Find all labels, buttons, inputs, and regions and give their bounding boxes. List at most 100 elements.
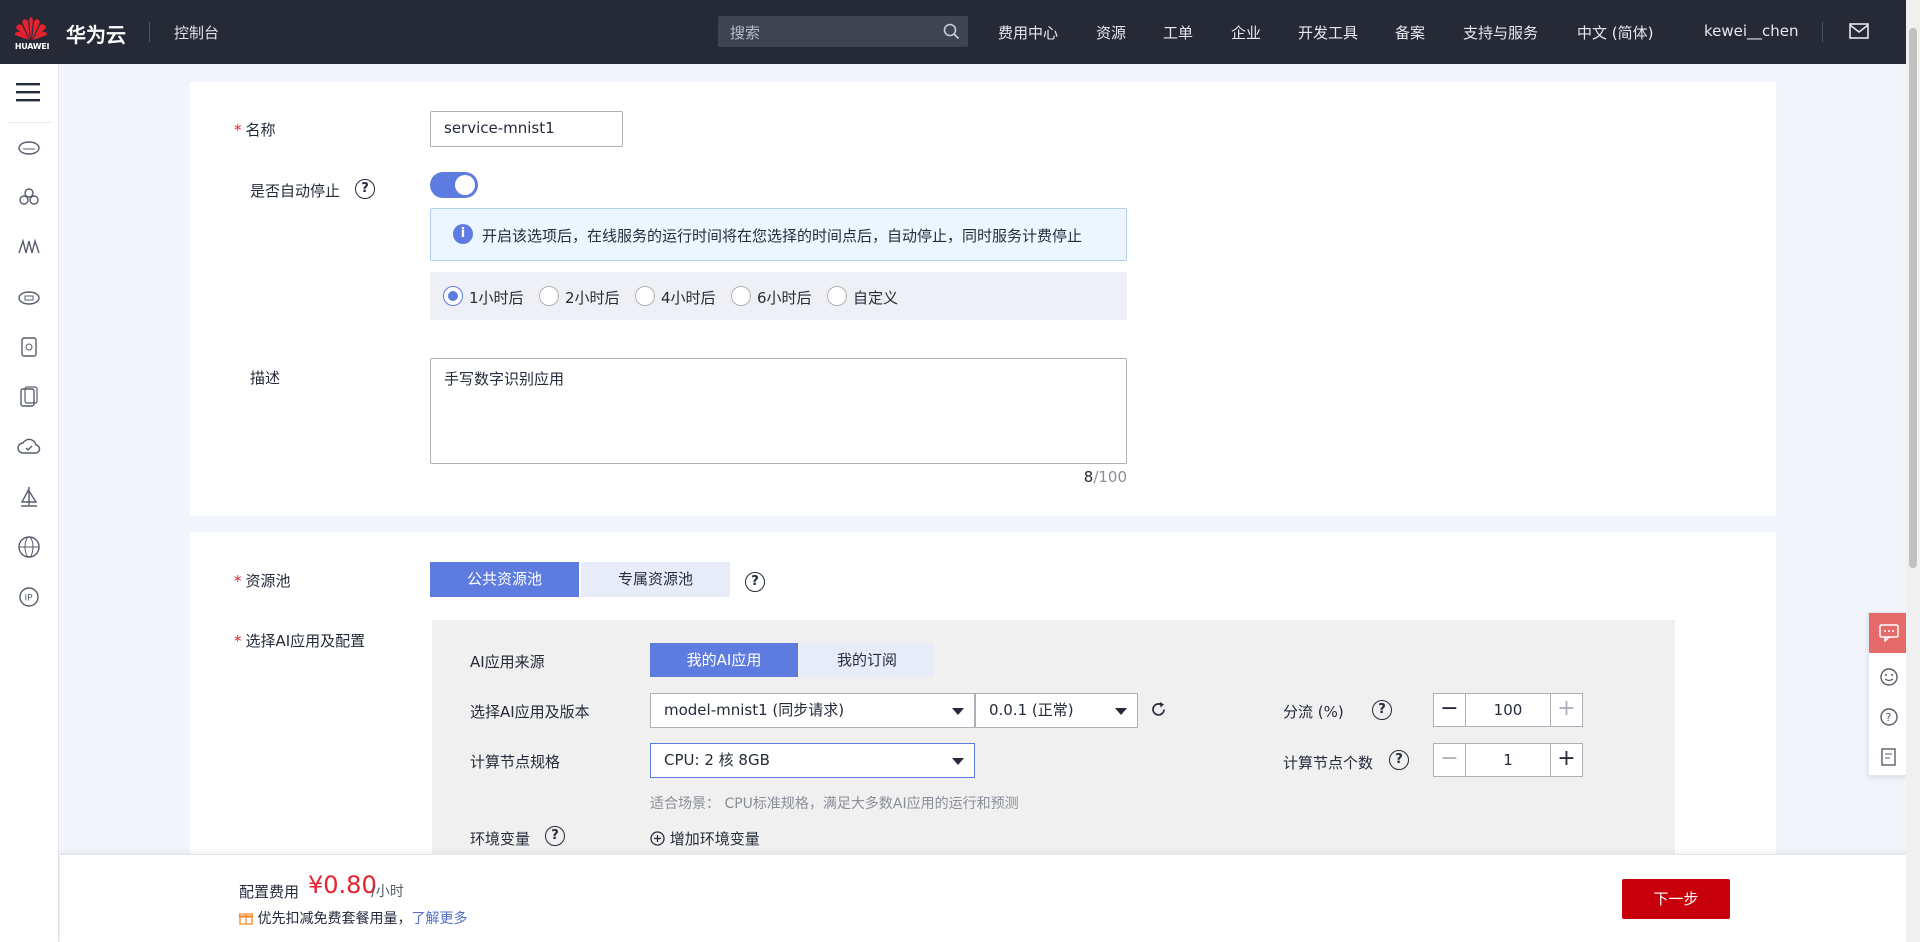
- node-count-stepper[interactable]: − 1 +: [1433, 743, 1583, 777]
- auto-stop-label: 是否自动停止: [250, 182, 341, 200]
- globe-icon[interactable]: [17, 535, 41, 559]
- nav-tickets[interactable]: 工单: [1163, 22, 1193, 43]
- chat-icon: [1879, 624, 1899, 642]
- spec-select[interactable]: CPU: 2 核 8GB: [650, 743, 975, 778]
- ai-app-config-panel: [432, 620, 1675, 854]
- help-icon[interactable]: ?: [355, 179, 375, 199]
- help-icon[interactable]: ?: [1372, 700, 1392, 720]
- console-link[interactable]: 控制台: [174, 22, 219, 43]
- cloud-storage-icon[interactable]: [17, 285, 41, 309]
- nav-username[interactable]: kewei__chen: [1704, 22, 1799, 40]
- traffic-stepper[interactable]: − 100 +: [1433, 693, 1583, 727]
- edit-note-icon[interactable]: [1879, 747, 1899, 767]
- divider: [149, 22, 150, 42]
- name-input[interactable]: service-mnist1: [430, 111, 623, 147]
- public-pool-tab[interactable]: 公共资源池: [430, 562, 579, 597]
- traffic-value[interactable]: 100: [1466, 694, 1550, 726]
- info-icon: i: [453, 224, 473, 244]
- nav-support[interactable]: 支持与服务: [1463, 22, 1538, 43]
- cloud-server-icon[interactable]: [17, 135, 41, 159]
- increment-button[interactable]: +: [1550, 694, 1582, 726]
- nav-dev-tools[interactable]: 开发工具: [1298, 22, 1358, 43]
- my-subscriptions-tab[interactable]: 我的订阅: [800, 643, 934, 677]
- version-select[interactable]: 0.0.1 (正常): [975, 693, 1138, 728]
- add-env-var-button[interactable]: 增加环境变量: [650, 828, 760, 849]
- refresh-icon[interactable]: [1150, 701, 1167, 718]
- radio-custom[interactable]: 自定义: [827, 286, 898, 308]
- resource-pool-label: * 资源池: [234, 570, 291, 591]
- spec-label: 计算节点规格: [470, 753, 561, 771]
- auto-stop-info-text: 开启该选项后，在线服务的运行时间将在您选择的时间点后，自动停止，同时服务计费停止: [482, 227, 1083, 245]
- name-label-text: 名称: [245, 121, 276, 139]
- char-count-current: 8: [1083, 468, 1094, 486]
- nav-billing[interactable]: 费用中心: [998, 22, 1058, 43]
- chevron-down-icon: [952, 758, 964, 765]
- traffic-label: 分流 (%): [1283, 703, 1344, 721]
- radio-2-hours[interactable]: 2小时后: [539, 286, 620, 308]
- required-mark: *: [234, 121, 242, 139]
- spec-hint: 适合场景： CPU标准规格，满足大多数AI应用的运行和预测: [650, 796, 1019, 812]
- node-count-label: 计算节点个数: [1283, 754, 1374, 772]
- nav-language[interactable]: 中文 (简体): [1577, 22, 1653, 43]
- resource-pool-label-text: 资源池: [245, 572, 291, 590]
- dedicated-pool-tab[interactable]: 专属资源池: [581, 562, 730, 597]
- description-textarea[interactable]: 手写数字识别应用: [430, 358, 1127, 464]
- learn-more-link[interactable]: 了解更多: [411, 911, 467, 927]
- required-mark: *: [234, 632, 242, 650]
- ip-address-icon[interactable]: IP: [17, 585, 41, 609]
- scrollbar-thumb[interactable]: [1909, 28, 1917, 568]
- help-icon[interactable]: ?: [1389, 750, 1409, 770]
- search-icon[interactable]: [943, 23, 960, 40]
- node-count-value[interactable]: 1: [1466, 744, 1550, 776]
- name-label: * 名称: [234, 119, 276, 140]
- increment-button[interactable]: +: [1550, 744, 1582, 776]
- promo-label: 优先扣减免费套餐用量，: [257, 911, 412, 927]
- auto-stop-toggle[interactable]: [430, 172, 478, 198]
- footer-bar: 配置费用 ¥0.80 /小时 优先扣减免费套餐用量，了解更多 下一步: [60, 854, 1920, 942]
- price-unit: /小时: [371, 884, 404, 900]
- decrement-button[interactable]: −: [1434, 694, 1466, 726]
- cluster-icon[interactable]: [17, 185, 41, 209]
- brand-name[interactable]: 华为云: [66, 19, 126, 48]
- logo-text: HUAWEI: [14, 42, 50, 51]
- chevron-down-icon: [952, 708, 964, 715]
- nav-icp-filing[interactable]: 备案: [1395, 22, 1425, 43]
- sail-icon[interactable]: [17, 485, 41, 509]
- huawei-logo[interactable]: HUAWEI: [14, 12, 49, 54]
- fee-label: 配置费用: [239, 883, 300, 901]
- version-select-value: 0.0.1 (正常): [989, 701, 1074, 719]
- monitor-wave-icon[interactable]: [17, 235, 41, 259]
- backup-icon[interactable]: [17, 385, 41, 409]
- decrement-button[interactable]: −: [1434, 744, 1466, 776]
- char-count-max: /100: [1093, 468, 1127, 486]
- help-icon[interactable]: ?: [745, 572, 765, 592]
- radio-1-hour[interactable]: 1小时后: [443, 286, 524, 308]
- database-icon[interactable]: [17, 335, 41, 359]
- radio-4-hours[interactable]: 4小时后: [635, 286, 716, 308]
- help-icon[interactable]: ?: [545, 826, 565, 846]
- mail-icon[interactable]: [1849, 23, 1869, 39]
- nav-enterprise[interactable]: 企业: [1231, 22, 1261, 43]
- search-placeholder: 搜索: [730, 24, 761, 42]
- search-input[interactable]: 搜索: [718, 16, 968, 47]
- promo-text: 优先扣减免费套餐用量，了解更多: [238, 908, 467, 928]
- radio-6-hours[interactable]: 6小时后: [731, 286, 812, 308]
- chevron-down-icon: [1115, 708, 1127, 715]
- nav-resources[interactable]: 资源: [1096, 22, 1126, 43]
- page-scrollbar[interactable]: [1906, 0, 1920, 942]
- next-step-button[interactable]: 下一步: [1622, 879, 1730, 919]
- top-navigation-bar: HUAWEI 华为云 控制台 搜索 费用中心 资源 工单 企业 开发工具 备案 …: [0, 0, 1920, 64]
- description-text: 手写数字识别应用: [444, 370, 565, 388]
- hamburger-menu-icon[interactable]: [16, 82, 40, 102]
- ai-app-select-value: model-mnist1 (同步请求): [664, 701, 845, 719]
- description-label: 描述: [250, 369, 281, 387]
- cloud-check-icon[interactable]: [17, 435, 41, 459]
- ai-app-select[interactable]: model-mnist1 (同步请求): [650, 693, 975, 728]
- char-counter: 8/100: [1050, 468, 1127, 486]
- auto-stop-info-box: i 开启该选项后，在线服务的运行时间将在您选择的时间点后，自动停止，同时服务计费…: [430, 208, 1127, 261]
- chat-button[interactable]: [1869, 613, 1909, 653]
- my-ai-apps-tab[interactable]: 我的AI应用: [650, 643, 798, 677]
- feedback-smile-icon[interactable]: [1879, 667, 1899, 687]
- help-circle-icon[interactable]: ?: [1879, 707, 1899, 727]
- svg-text:?: ?: [1886, 711, 1892, 724]
